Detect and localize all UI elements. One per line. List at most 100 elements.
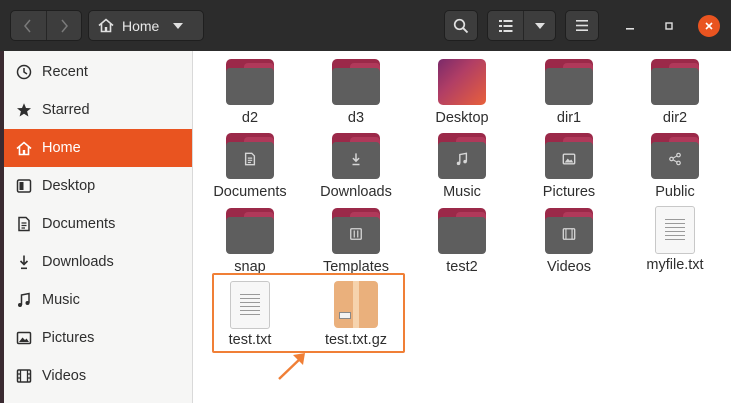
file-name: dir2 — [662, 110, 688, 126]
share-icon — [667, 151, 683, 167]
path-bar-home-button[interactable]: Home — [88, 10, 204, 41]
close-icon — [705, 22, 713, 30]
file-item-pictures[interactable]: Pictures — [519, 133, 619, 200]
file-item-dir1[interactable]: dir1 — [519, 59, 619, 126]
file-name: d2 — [241, 110, 259, 126]
close-button[interactable] — [698, 15, 720, 37]
minimize-button[interactable] — [620, 16, 640, 36]
annotation-arrow-icon — [278, 353, 305, 380]
sidebar-item-videos[interactable]: Videos — [4, 357, 192, 395]
document-icon — [16, 216, 42, 232]
annotation-highlight-box — [212, 273, 405, 353]
file-name: Pictures — [542, 184, 596, 200]
folder-icon — [438, 133, 486, 179]
caret-down-icon — [534, 22, 545, 29]
sidebar-item-label: Music — [42, 292, 80, 308]
forward-button[interactable] — [45, 11, 81, 40]
folder-icon — [226, 133, 274, 179]
file-name: dir1 — [556, 110, 582, 126]
folder-icon — [545, 133, 593, 179]
file-name: Documents — [213, 184, 287, 200]
file-item-d2[interactable]: d2 — [200, 59, 300, 126]
sidebar-item-recent[interactable]: Recent — [4, 53, 192, 91]
file-item-music[interactable]: Music — [412, 133, 512, 200]
file-name: Downloads — [320, 184, 392, 200]
film-icon — [561, 226, 577, 242]
file-name: Music — [443, 184, 481, 200]
search-icon — [453, 18, 469, 33]
main-menu-button[interactable] — [565, 10, 599, 41]
view-options-button[interactable] — [523, 11, 555, 40]
clock-icon — [16, 64, 42, 80]
music-icon — [16, 292, 42, 308]
download-icon — [16, 254, 42, 270]
sidebar-item-starred[interactable]: Starred — [4, 91, 192, 129]
sidebar-item-desktop[interactable]: Desktop — [4, 167, 192, 205]
navigation-buttons — [10, 10, 82, 41]
file-item-documents[interactable]: Documents — [200, 133, 300, 200]
text-file-icon — [651, 206, 699, 254]
header-bar: Home — [0, 0, 731, 51]
caret-down-icon — [173, 22, 184, 29]
file-item-test2[interactable]: test2 — [412, 208, 512, 275]
minimize-icon — [626, 28, 634, 30]
list-view-button[interactable] — [488, 11, 523, 40]
chevron-left-icon — [24, 19, 32, 32]
folder-icon — [651, 59, 699, 105]
file-item-downloads[interactable]: Downloads — [306, 133, 406, 200]
file-name: Videos — [546, 259, 592, 275]
home-icon — [98, 18, 114, 33]
file-name: test2 — [446, 259, 478, 275]
file-item-videos[interactable]: Videos — [519, 208, 619, 275]
folder-icon — [651, 133, 699, 179]
path-bar-label: Home — [122, 17, 160, 34]
file-name: d3 — [347, 110, 365, 126]
list-view-icon — [498, 19, 513, 32]
template-icon — [348, 226, 364, 242]
folder-icon — [332, 208, 380, 254]
file-item-d3[interactable]: d3 — [306, 59, 406, 126]
sidebar-item-label: Home — [42, 140, 81, 156]
sidebar-item-label: Documents — [42, 216, 116, 232]
file-item-public[interactable]: Public — [625, 133, 725, 200]
file-name: myfile.txt — [646, 257, 704, 273]
sidebar-item-label: Starred — [42, 102, 90, 118]
video-icon — [16, 368, 42, 384]
star-icon — [16, 102, 42, 118]
maximize-button[interactable] — [659, 16, 679, 36]
file-item-snap[interactable]: snap — [200, 208, 300, 275]
picture-icon — [561, 151, 577, 167]
sidebar-item-music[interactable]: Music — [4, 281, 192, 319]
sidebar-item-label: Downloads — [42, 254, 114, 270]
desktop-icon — [16, 178, 42, 194]
view-toggle-group — [487, 10, 556, 41]
sidebar-item-label: Recent — [42, 64, 88, 80]
back-button[interactable] — [11, 11, 46, 40]
folder-icon — [332, 59, 380, 105]
folder-icon — [438, 208, 486, 254]
sidebar-item-documents[interactable]: Documents — [4, 205, 192, 243]
file-item-desktop[interactable]: Desktop — [412, 59, 512, 126]
file-item-templates[interactable]: Templates — [306, 208, 406, 275]
home-icon — [16, 140, 42, 156]
sidebar: Recent Starred Home Desktop Documents Do… — [4, 51, 193, 403]
file-item-dir2[interactable]: dir2 — [625, 59, 725, 126]
folder-icon — [545, 59, 593, 105]
sidebar-item-label: Videos — [42, 368, 87, 384]
file-item-myfile-txt[interactable]: myfile.txt — [625, 206, 725, 273]
maximize-icon — [665, 22, 673, 30]
folder-icon — [545, 208, 593, 254]
music-icon — [454, 151, 470, 167]
hamburger-menu-icon — [576, 20, 588, 31]
search-button[interactable] — [444, 10, 478, 41]
folder-icon — [226, 59, 274, 105]
picture-icon — [16, 330, 42, 346]
sidebar-item-pictures[interactable]: Pictures — [4, 319, 192, 357]
desktop-folder-icon — [438, 59, 486, 105]
file-name: Public — [655, 184, 695, 200]
sidebar-item-label: Desktop — [42, 178, 96, 194]
folder-icon — [226, 208, 274, 254]
sidebar-item-home[interactable]: Home — [4, 129, 192, 167]
document-icon — [242, 151, 258, 167]
sidebar-item-downloads[interactable]: Downloads — [4, 243, 192, 281]
